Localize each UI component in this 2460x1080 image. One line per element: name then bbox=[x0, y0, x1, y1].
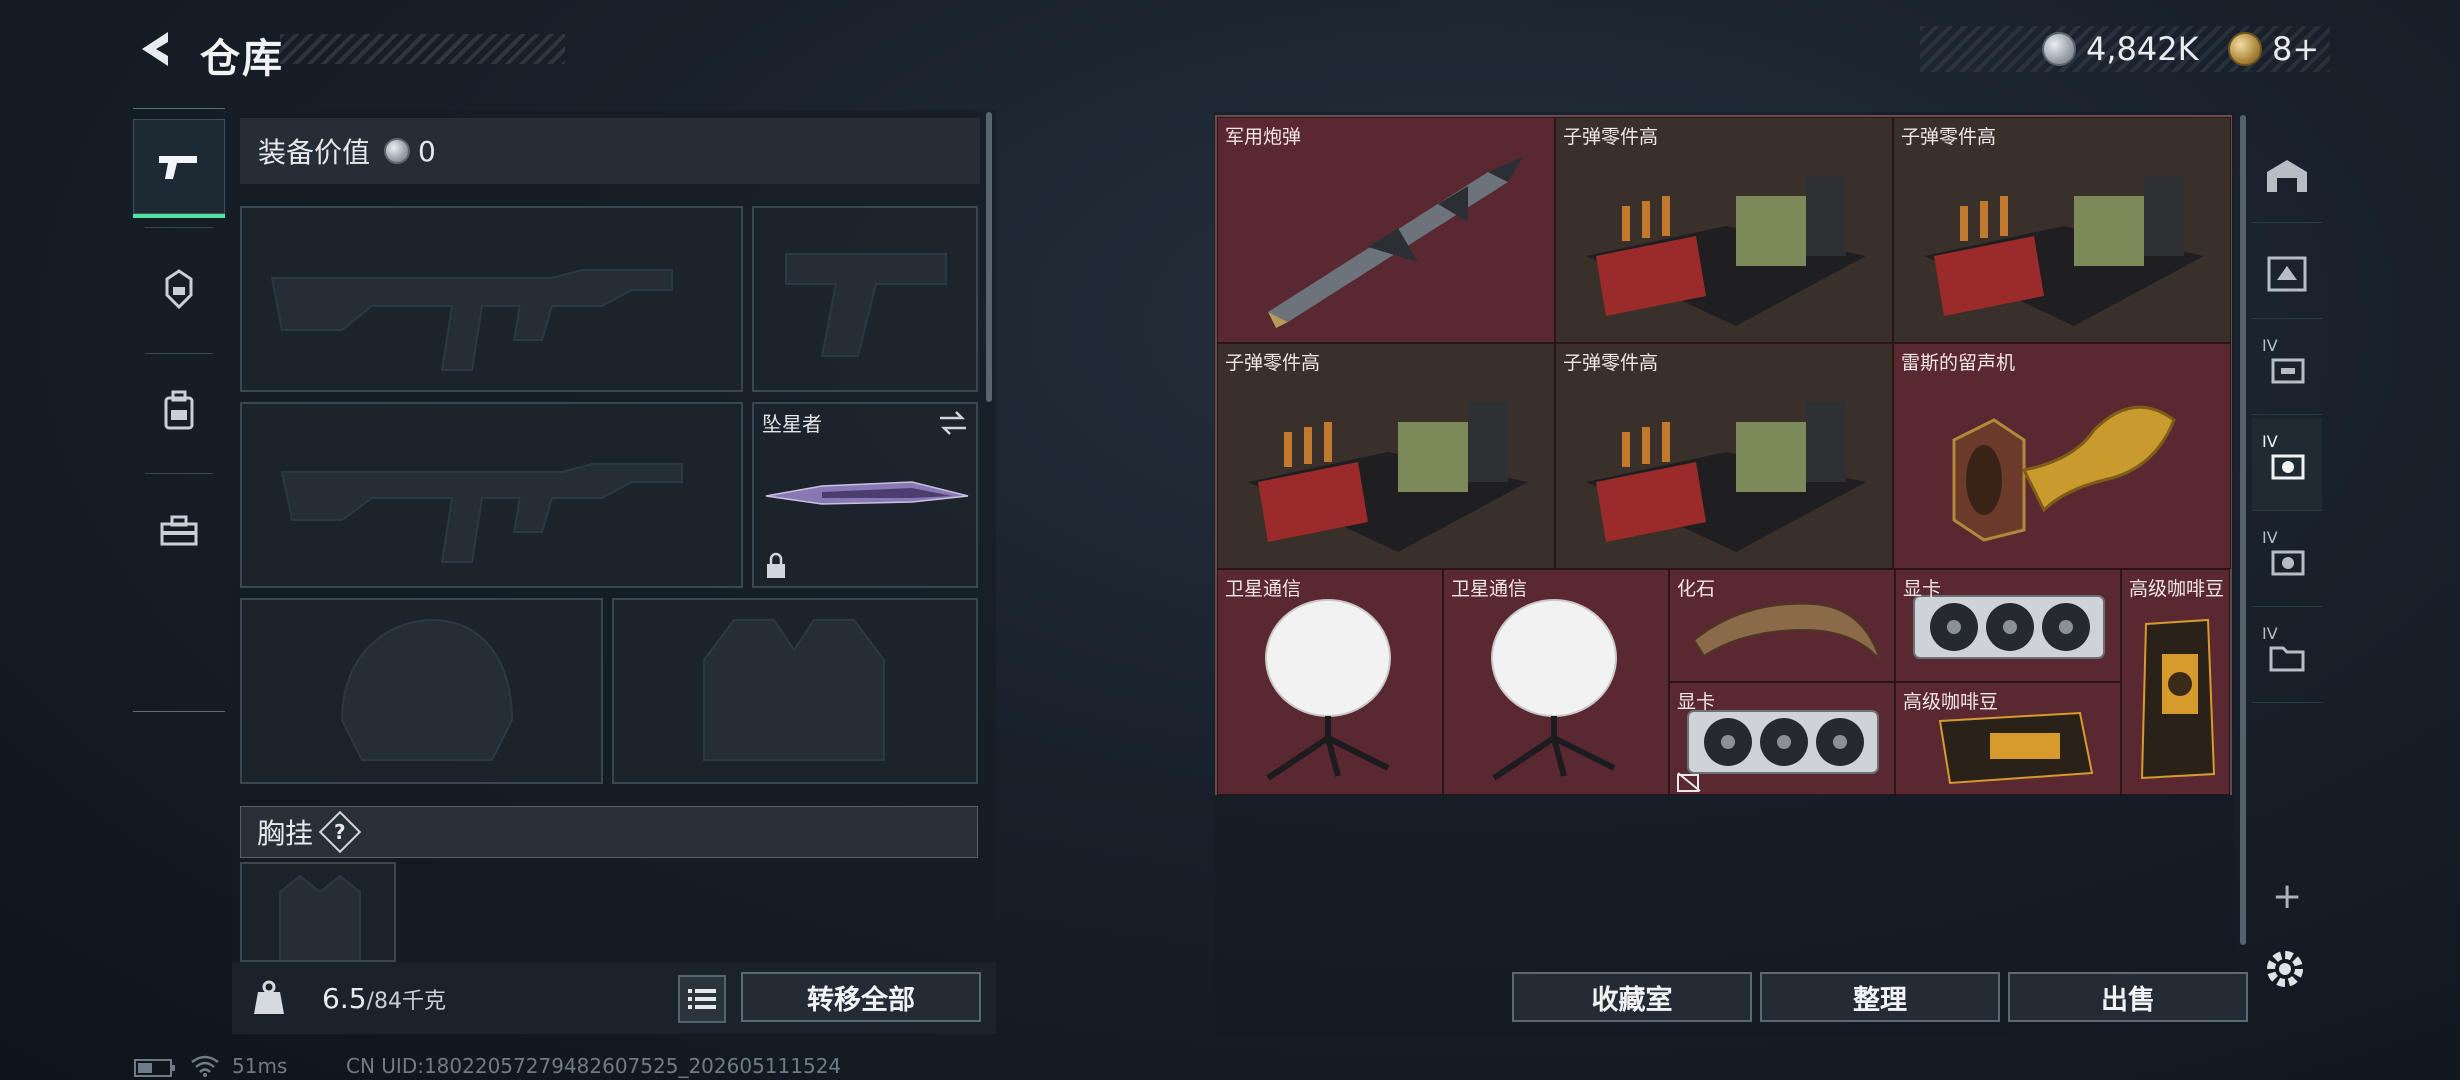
item-coffee-beans-1[interactable]: 高级咖啡豆 bbox=[2121, 569, 2230, 795]
weight-current: 6.5 bbox=[322, 982, 367, 1015]
pistol-icon bbox=[159, 155, 197, 179]
satellite-dish-icon bbox=[1491, 599, 1617, 781]
silver-coin-icon bbox=[2042, 32, 2076, 66]
lock-icon bbox=[767, 552, 785, 578]
gramophone-icon bbox=[1952, 405, 2176, 542]
item-graphics-card-2[interactable]: 显卡 bbox=[1669, 682, 1895, 795]
rifle-silhouette-icon bbox=[270, 269, 673, 371]
graphics-card-icon bbox=[1913, 595, 2105, 659]
category-weapons[interactable] bbox=[133, 119, 225, 218]
gold-currency[interactable]: 8+ bbox=[2228, 26, 2319, 72]
chest-rig-header: 胸挂 ? bbox=[240, 806, 978, 858]
artillery-shell-icon bbox=[1268, 157, 1523, 328]
gear-icon bbox=[2267, 951, 2303, 987]
coffee-bag-icon bbox=[1938, 711, 2094, 785]
storage-tab-3[interactable]: IV bbox=[2252, 322, 2322, 415]
gold-amount: 8+ bbox=[2272, 30, 2320, 68]
item-bullet-parts-3[interactable]: 子弹零件高 bbox=[1217, 343, 1555, 569]
knife-icon bbox=[765, 481, 969, 505]
ammo-crate-icon bbox=[1586, 176, 1866, 326]
secondary-weapon-slot[interactable] bbox=[752, 206, 978, 392]
warehouse-icon bbox=[2267, 160, 2307, 192]
ammo-crate-icon bbox=[1924, 176, 2204, 326]
fossil-claw-icon bbox=[1692, 602, 1881, 661]
ammo-crate-icon bbox=[1248, 402, 1528, 552]
add-storage-button[interactable]: + bbox=[2272, 876, 2302, 917]
collection-room-button[interactable]: 收藏室 bbox=[1512, 972, 1752, 1022]
swap-icon[interactable] bbox=[938, 410, 968, 436]
equipment-value-header: 装备价值 0 bbox=[240, 118, 980, 184]
item-graphics-card-1[interactable]: 显卡 bbox=[1895, 569, 2121, 682]
storage-tab-6[interactable]: IV bbox=[2252, 610, 2322, 703]
satellite-dish-icon bbox=[1265, 599, 1391, 781]
armor-slot[interactable] bbox=[612, 598, 978, 784]
sell-button[interactable]: 出售 bbox=[2008, 972, 2248, 1022]
silver-amount: 4,842K bbox=[2086, 30, 2199, 68]
no-insure-icon bbox=[1677, 772, 1701, 792]
ping-readout: 51ms bbox=[232, 1054, 288, 1078]
toolbox-icon bbox=[160, 515, 198, 545]
item-fossil[interactable]: 化石 bbox=[1669, 569, 1895, 682]
loadout-scrollbar[interactable] bbox=[986, 112, 992, 402]
item-bullet-parts-1[interactable]: 子弹零件高 bbox=[1555, 117, 1893, 343]
storage-scrollbar[interactable] bbox=[2240, 115, 2246, 945]
uid-readout: CN UID:180220572794826075​25_20260511152… bbox=[346, 1054, 842, 1078]
list-view-button[interactable] bbox=[678, 975, 726, 1023]
storage-tab-2[interactable] bbox=[2252, 226, 2322, 319]
equipment-value-label: 装备价值 bbox=[258, 136, 371, 169]
title-decoration bbox=[280, 34, 565, 64]
storage-tab-4[interactable]: IV bbox=[2252, 418, 2322, 511]
item-bullet-parts-2[interactable]: 子弹零件高 bbox=[1893, 117, 2231, 343]
weight-max: /84千克 bbox=[366, 989, 446, 1014]
list-icon bbox=[688, 989, 716, 1009]
chest-rig-silhouette-icon bbox=[279, 874, 361, 960]
item-satellite-comm-1[interactable]: 卫星通信 bbox=[1217, 569, 1443, 795]
organize-button[interactable]: 整理 bbox=[1760, 972, 2000, 1022]
melee-slot[interactable]: 坠星者 bbox=[752, 402, 978, 588]
chest-rig-slot[interactable] bbox=[240, 862, 396, 962]
gold-coin-icon bbox=[2228, 32, 2262, 66]
back-arrow-icon bbox=[142, 32, 168, 66]
storage-tab-5[interactable]: IV bbox=[2252, 514, 2322, 607]
value-coin-icon bbox=[384, 138, 411, 164]
graphics-card-icon bbox=[1687, 710, 1879, 774]
battery-icon bbox=[134, 1059, 175, 1077]
item-bullet-parts-4[interactable]: 子弹零件高 bbox=[1555, 343, 1893, 569]
silver-currency[interactable]: 4,842K bbox=[2042, 26, 2199, 72]
case-icon bbox=[2267, 256, 2307, 292]
back-button[interactable] bbox=[132, 24, 182, 74]
vest-silhouette-icon bbox=[703, 619, 885, 761]
storage-grid: 军用炮弹 子弹零件高 子弹零件高 子弹零件高 子弹零件高 雷斯的留声机 卫星通信… bbox=[1215, 115, 2232, 795]
helmet-silhouette-icon bbox=[340, 618, 514, 761]
item-satellite-comm-2[interactable]: 卫星通信 bbox=[1443, 569, 1669, 795]
category-backpack[interactable] bbox=[133, 363, 225, 458]
settings-button[interactable] bbox=[2262, 946, 2312, 996]
primary-weapon-slot[interactable] bbox=[240, 206, 743, 392]
category-toolbox[interactable] bbox=[133, 483, 225, 578]
second-primary-slot[interactable] bbox=[240, 402, 743, 588]
category-rail bbox=[133, 108, 225, 712]
wifi-icon bbox=[191, 1055, 219, 1077]
backpack-icon bbox=[164, 390, 194, 429]
category-helmet[interactable] bbox=[133, 241, 225, 336]
ammo-crate-icon bbox=[1586, 402, 1866, 552]
pistol-silhouette-icon bbox=[785, 253, 947, 357]
melee-name: 坠星者 bbox=[762, 412, 822, 436]
equipment-value: 0 bbox=[418, 134, 436, 168]
rifle-silhouette-icon bbox=[280, 463, 683, 563]
weight-readout: 6.5/84千克 bbox=[322, 982, 446, 1015]
page-title: 仓库 bbox=[200, 36, 284, 82]
coffee-bag-icon bbox=[2140, 618, 2216, 780]
item-coffee-beans-2[interactable]: 高级咖啡豆 bbox=[1895, 682, 2121, 795]
weight-icon bbox=[250, 978, 288, 1018]
transfer-all-button[interactable]: 转移全部 bbox=[741, 972, 981, 1022]
chest-rig-label: 胸挂 bbox=[257, 817, 314, 850]
help-icon[interactable]: ? bbox=[318, 810, 362, 854]
helmet-armor-icon bbox=[165, 268, 193, 309]
helmet-slot[interactable] bbox=[240, 598, 603, 784]
storage-tab-1[interactable] bbox=[2252, 130, 2322, 223]
item-military-shell[interactable]: 军用炮弹 bbox=[1217, 117, 1555, 343]
item-gramophone[interactable]: 雷斯的留声机 bbox=[1893, 343, 2231, 569]
